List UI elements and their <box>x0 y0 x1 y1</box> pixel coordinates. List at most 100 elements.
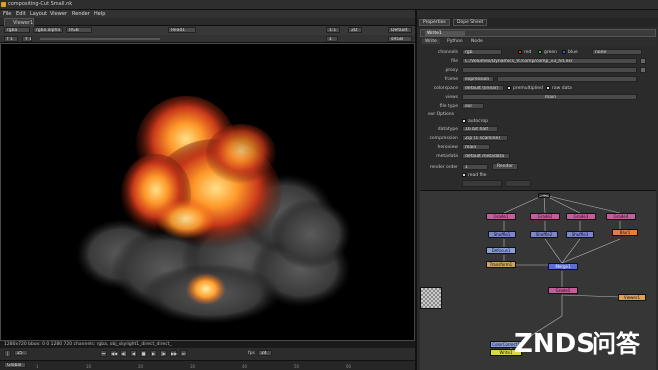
menu-layout[interactable]: Layout <box>30 11 47 17</box>
heroview-select[interactable]: main <box>462 144 490 150</box>
fps-field[interactable]: 24 <box>258 350 272 356</box>
file-type-select[interactable]: exr <box>462 103 484 109</box>
timeline-tick: 60 <box>346 364 352 369</box>
menu-viewer[interactable]: Viewer <box>50 11 67 17</box>
timeline-tick: 50 <box>294 364 300 369</box>
proxy-label: proxy <box>445 68 458 73</box>
global-range-dropdown[interactable]: Global <box>4 362 26 368</box>
tab-properties[interactable]: Properties <box>419 19 450 26</box>
tab-dope-sheet[interactable]: Dope Sheet <box>453 19 488 26</box>
next-key-icon[interactable]: ▶▶ <box>170 350 177 357</box>
title-bar: compositing-Cut Small.nk <box>0 0 658 10</box>
node-transform1[interactable]: Transform1 <box>486 261 516 268</box>
metadata-select[interactable]: default metadata <box>462 153 510 159</box>
menu-render[interactable]: Render <box>72 11 90 17</box>
gamma-field[interactable]: 1 <box>326 36 338 42</box>
proxy-dropdown[interactable]: 2D <box>348 27 362 33</box>
menu-help[interactable]: Help <box>94 11 105 17</box>
frame-label: frame <box>444 77 458 82</box>
subtab-node[interactable]: Node <box>468 39 486 44</box>
blue-checkbox[interactable] <box>562 50 566 54</box>
gain-slider[interactable] <box>40 38 160 40</box>
last-frame-icon[interactable]: ⏭ <box>180 350 187 357</box>
autocrop-label: autocrop <box>468 119 488 124</box>
node-grade3[interactable]: Grade3 <box>566 213 596 220</box>
colorspace-select[interactable]: default (linear) <box>462 85 504 91</box>
node-blur1[interactable]: Blur1 <box>612 229 638 236</box>
render-order-input[interactable]: 1 <box>462 164 488 170</box>
step-back-icon[interactable]: ◀| <box>120 350 127 357</box>
raw-data-checkbox[interactable] <box>546 86 550 90</box>
tab-viewer1[interactable]: Viewer1 <box>4 18 34 26</box>
render-order-label: render order <box>429 165 458 170</box>
extra-channel-select[interactable]: none <box>592 49 642 55</box>
lut-dropdown[interactable]: Default <box>388 27 412 33</box>
proxy-browse-icon[interactable] <box>640 67 646 73</box>
znds-watermark: ZNDS 问答 <box>508 312 658 370</box>
explosion-render <box>76 96 351 324</box>
read-file-label: read file <box>468 173 487 178</box>
green-checkbox[interactable] <box>538 50 542 54</box>
node-grade2[interactable]: Grade2 <box>530 213 560 220</box>
file-path-input[interactable]: C:/Volumes/Dynamics_V:/comp/comp_v3_hd.e… <box>462 58 637 64</box>
menu-file[interactable]: File <box>3 11 11 17</box>
window-title: compositing-Cut Small.nk <box>8 1 73 7</box>
viewer-canvas[interactable] <box>0 43 415 341</box>
node-grade4[interactable]: Grade4 <box>606 213 636 220</box>
read-file-checkbox[interactable] <box>462 173 466 177</box>
autocrop-checkbox[interactable] <box>462 119 466 123</box>
compression-select[interactable]: Zip (1 scanline) <box>462 135 508 141</box>
subtab-python[interactable]: Python <box>444 39 466 44</box>
first-frame-icon[interactable]: ⏮ <box>100 350 107 357</box>
node-grade1[interactable]: Grade1 <box>486 213 516 220</box>
proxy-path-input[interactable] <box>462 67 637 73</box>
node-merge1[interactable]: Merge1 <box>548 263 578 270</box>
subtab-write[interactable]: Write <box>422 39 440 44</box>
raw-data-label: raw data <box>552 86 572 91</box>
channel-alpha-dropdown[interactable]: rgba.alpha <box>33 27 63 33</box>
checkerboard-thumbnail <box>420 287 442 309</box>
panel-tab-bar: Properties Dope Sheet <box>417 18 658 27</box>
datatype-select[interactable]: 16 bit half <box>462 126 498 132</box>
timeline[interactable]: Global 1 10 20 30 40 50 60 <box>0 360 415 370</box>
red-checkbox[interactable] <box>518 50 522 54</box>
in-point-icon[interactable]: | <box>4 350 11 357</box>
stop-icon[interactable]: ■ <box>140 350 147 357</box>
node-shuffle2[interactable]: Shuffle2 <box>530 231 558 238</box>
render-button[interactable]: Render <box>492 163 518 170</box>
premultiplied-checkbox[interactable] <box>507 86 511 90</box>
node-shuffle3[interactable]: Shuffle3 <box>566 231 594 238</box>
node-grade5[interactable]: Grade5 <box>548 287 578 294</box>
node-name-field[interactable]: Write1 <box>425 31 465 36</box>
node-viewer1[interactable]: Viewer1 <box>618 294 646 301</box>
timeline-tick: 40 <box>242 364 248 369</box>
node-title-bar: Write1 <box>420 29 656 37</box>
views-select[interactable]: main <box>462 94 637 100</box>
frame-expression-input[interactable] <box>497 76 637 82</box>
menu-edit[interactable]: Edit <box>16 11 26 17</box>
frame-field[interactable]: 25 <box>14 350 28 356</box>
playback-controls: | 25 ⏮ ◀◀ ◀| ◀ ■ ▶ |▶ ▶▶ ⏭ fps 24 <box>0 348 415 360</box>
viewer-process-dropdown[interactable]: sRGB <box>388 36 412 42</box>
viewer-tab-bar: Viewer1 <box>0 18 415 26</box>
frame-mode-select[interactable]: expression <box>462 76 494 82</box>
a-input-dropdown[interactable]: Read1 <box>168 27 196 33</box>
blue-label: blue <box>568 50 578 55</box>
node-shuffle1[interactable]: Shuffle1 <box>488 231 516 238</box>
colorspace-dropdown[interactable]: RGB <box>66 27 92 33</box>
folder-browse-icon[interactable] <box>640 58 646 64</box>
node-defocus1[interactable]: Defocus1 <box>486 247 516 254</box>
zoom-dropdown[interactable]: 1:1 <box>326 27 340 33</box>
play-reverse-icon[interactable]: ◀ <box>130 350 137 357</box>
missing-frames-button[interactable] <box>505 180 531 187</box>
y-field[interactable]: Y 1 <box>22 36 32 42</box>
play-forward-icon[interactable]: ▶ <box>150 350 157 357</box>
channels-dropdown[interactable]: rgba <box>4 27 30 33</box>
timeline-tick: 1 <box>36 364 39 369</box>
gain-field[interactable]: f 1 <box>4 36 18 42</box>
dot-node[interactable] <box>538 193 550 198</box>
channels-select[interactable]: rgb <box>462 49 502 55</box>
prev-key-icon[interactable]: ◀◀ <box>110 350 117 357</box>
reload-button[interactable] <box>462 180 502 187</box>
step-forward-icon[interactable]: |▶ <box>160 350 167 357</box>
